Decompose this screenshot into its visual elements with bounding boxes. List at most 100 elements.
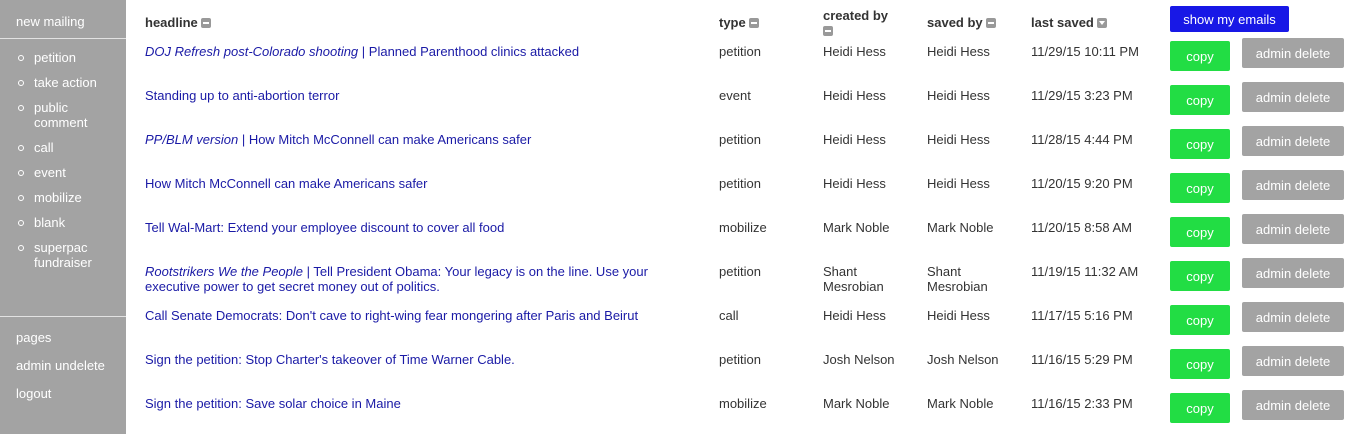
created-by-cell: Shant Mesrobian [823, 264, 884, 294]
headline-lead: Rootstrikers We the People [145, 264, 303, 279]
admin-delete-button[interactable]: admin delete [1242, 170, 1344, 200]
copy-button[interactable]: copy [1170, 305, 1230, 335]
table-row: DOJ Refresh post-Colorado shooting | Pla… [145, 38, 1354, 82]
logout-link[interactable]: logout [16, 386, 51, 401]
admin-delete-button[interactable]: admin delete [1242, 302, 1344, 332]
bullet-icon [18, 80, 24, 86]
bullet-icon [18, 245, 24, 251]
admin-undelete-link[interactable]: admin undelete [16, 358, 105, 373]
saved-by-cell: Heidi Hess [927, 176, 990, 191]
headline-link[interactable]: PP/BLM version | How Mitch McConnell can… [145, 132, 665, 147]
headline-lead: PP/BLM version [145, 132, 239, 147]
type-cell: petition [719, 132, 761, 147]
headline-link[interactable]: Standing up to anti-abortion terror [145, 88, 665, 103]
sidebar-item-label: event [34, 165, 66, 180]
sidebar-divider-bottom [0, 316, 126, 317]
last-saved-cell: 11/29/15 3:23 PM [1031, 88, 1133, 103]
saved-by-cell: Heidi Hess [927, 88, 990, 103]
copy-button[interactable]: copy [1170, 85, 1230, 115]
bullet-icon [18, 170, 24, 176]
sort-headline-icon[interactable] [200, 17, 211, 28]
sidebar-item-superpac-fundraiser[interactable]: superpac fundraiser [0, 240, 126, 270]
last-saved-cell: 11/17/15 5:16 PM [1031, 308, 1133, 323]
sidebar-item-take-action[interactable]: take action [0, 75, 126, 90]
copy-button[interactable]: copy [1170, 173, 1230, 203]
sidebar-item-event[interactable]: event [0, 165, 126, 180]
sidebar-item-label: superpac fundraiser [34, 240, 92, 270]
copy-button[interactable]: copy [1170, 129, 1230, 159]
headline-text: Sign the petition: Stop Charter's takeov… [145, 352, 515, 367]
sort-type-icon[interactable] [748, 17, 759, 28]
header-label: saved by [927, 15, 983, 30]
headline-link[interactable]: Tell Wal-Mart: Extend your employee disc… [145, 220, 665, 235]
sidebar-item-label: take action [34, 75, 97, 90]
header-headline: headline [145, 15, 211, 30]
admin-delete-button[interactable]: admin delete [1242, 258, 1344, 288]
headline-link[interactable]: Call Senate Democrats: Don't cave to rig… [145, 308, 665, 323]
admin-delete-button[interactable]: admin delete [1242, 390, 1344, 420]
copy-button[interactable]: copy [1170, 41, 1230, 71]
type-cell: petition [719, 176, 761, 191]
headline-text: Standing up to anti-abortion terror [145, 88, 340, 103]
sidebar-item-label: public comment [34, 100, 88, 130]
bullet-icon [18, 105, 24, 111]
headline-text: Call Senate Democrats: Don't cave to rig… [145, 308, 639, 323]
table-row: Sign the petition: Save solar choice in … [145, 390, 1354, 434]
bullet-icon [18, 55, 24, 61]
headline-separator: | [358, 44, 369, 59]
sort-last-saved-desc-icon[interactable] [1096, 17, 1107, 28]
saved-by-cell: Shant Mesrobian [927, 264, 988, 294]
table-row: Tell Wal-Mart: Extend your employee disc… [145, 214, 1354, 258]
headline-text: Planned Parenthood clinics attacked [368, 44, 580, 59]
type-cell: petition [719, 352, 761, 367]
headline-link[interactable]: Sign the petition: Save solar choice in … [145, 396, 665, 411]
headline-link[interactable]: Sign the petition: Stop Charter's takeov… [145, 352, 665, 367]
header-label: last saved [1031, 15, 1094, 30]
sidebar-item-public-comment[interactable]: public comment [0, 100, 126, 130]
sidebar-item-petition[interactable]: petition [0, 50, 126, 65]
created-by-cell: Heidi Hess [823, 44, 886, 59]
sidebar-item-blank[interactable]: blank [0, 215, 126, 230]
table-row: Call Senate Democrats: Don't cave to rig… [145, 302, 1354, 346]
show-my-emails-button[interactable]: show my emails [1170, 6, 1289, 32]
created-by-cell: Heidi Hess [823, 132, 886, 147]
headline-link[interactable]: How Mitch McConnell can make Americans s… [145, 176, 665, 191]
sidebar-item-call[interactable]: call [0, 140, 126, 155]
type-cell: event [719, 88, 751, 103]
header-label: headline [145, 15, 198, 30]
bullet-icon [18, 220, 24, 226]
admin-delete-button[interactable]: admin delete [1242, 82, 1344, 112]
copy-button[interactable]: copy [1170, 217, 1230, 247]
last-saved-cell: 11/20/15 8:58 AM [1031, 220, 1132, 235]
admin-delete-button[interactable]: admin delete [1242, 346, 1344, 376]
admin-delete-button[interactable]: admin delete [1242, 126, 1344, 156]
table-row: Sign the petition: Stop Charter's takeov… [145, 346, 1354, 390]
last-saved-cell: 11/16/15 2:33 PM [1031, 396, 1133, 411]
saved-by-cell: Heidi Hess [927, 308, 990, 323]
header-saved-by: saved by [927, 15, 996, 30]
created-by-cell: Josh Nelson [823, 352, 895, 367]
sort-created-by-icon[interactable] [823, 25, 833, 36]
saved-by-cell: Mark Noble [927, 220, 994, 235]
sort-saved-by-icon[interactable] [985, 17, 996, 28]
saved-by-cell: Josh Nelson [927, 352, 999, 367]
headline-link[interactable]: DOJ Refresh post-Colorado shooting | Pla… [145, 44, 665, 59]
copy-button[interactable]: copy [1170, 349, 1230, 379]
admin-delete-button[interactable]: admin delete [1242, 214, 1344, 244]
new-mailing-link[interactable]: new mailing [16, 14, 85, 29]
admin-delete-button[interactable]: admin delete [1242, 38, 1344, 68]
headline-text: Tell Wal-Mart: Extend your employee disc… [145, 220, 505, 235]
headline-text: How Mitch McConnell can make Americans s… [145, 176, 428, 191]
saved-by-cell: Heidi Hess [927, 132, 990, 147]
headline-text: Sign the petition: Save solar choice in … [145, 396, 401, 411]
copy-button[interactable]: copy [1170, 393, 1230, 423]
pages-link[interactable]: pages [16, 330, 51, 345]
copy-button[interactable]: copy [1170, 261, 1230, 291]
sidebar-item-label: mobilize [34, 190, 82, 205]
table-row: Standing up to anti-abortion terror event… [145, 82, 1354, 126]
bullet-icon [18, 145, 24, 151]
headline-link[interactable]: Rootstrikers We the People | Tell Presid… [145, 264, 665, 294]
sidebar-item-mobilize[interactable]: mobilize [0, 190, 126, 205]
table-row: Rootstrikers We the People | Tell Presid… [145, 258, 1354, 302]
last-saved-cell: 11/16/15 5:29 PM [1031, 352, 1133, 367]
